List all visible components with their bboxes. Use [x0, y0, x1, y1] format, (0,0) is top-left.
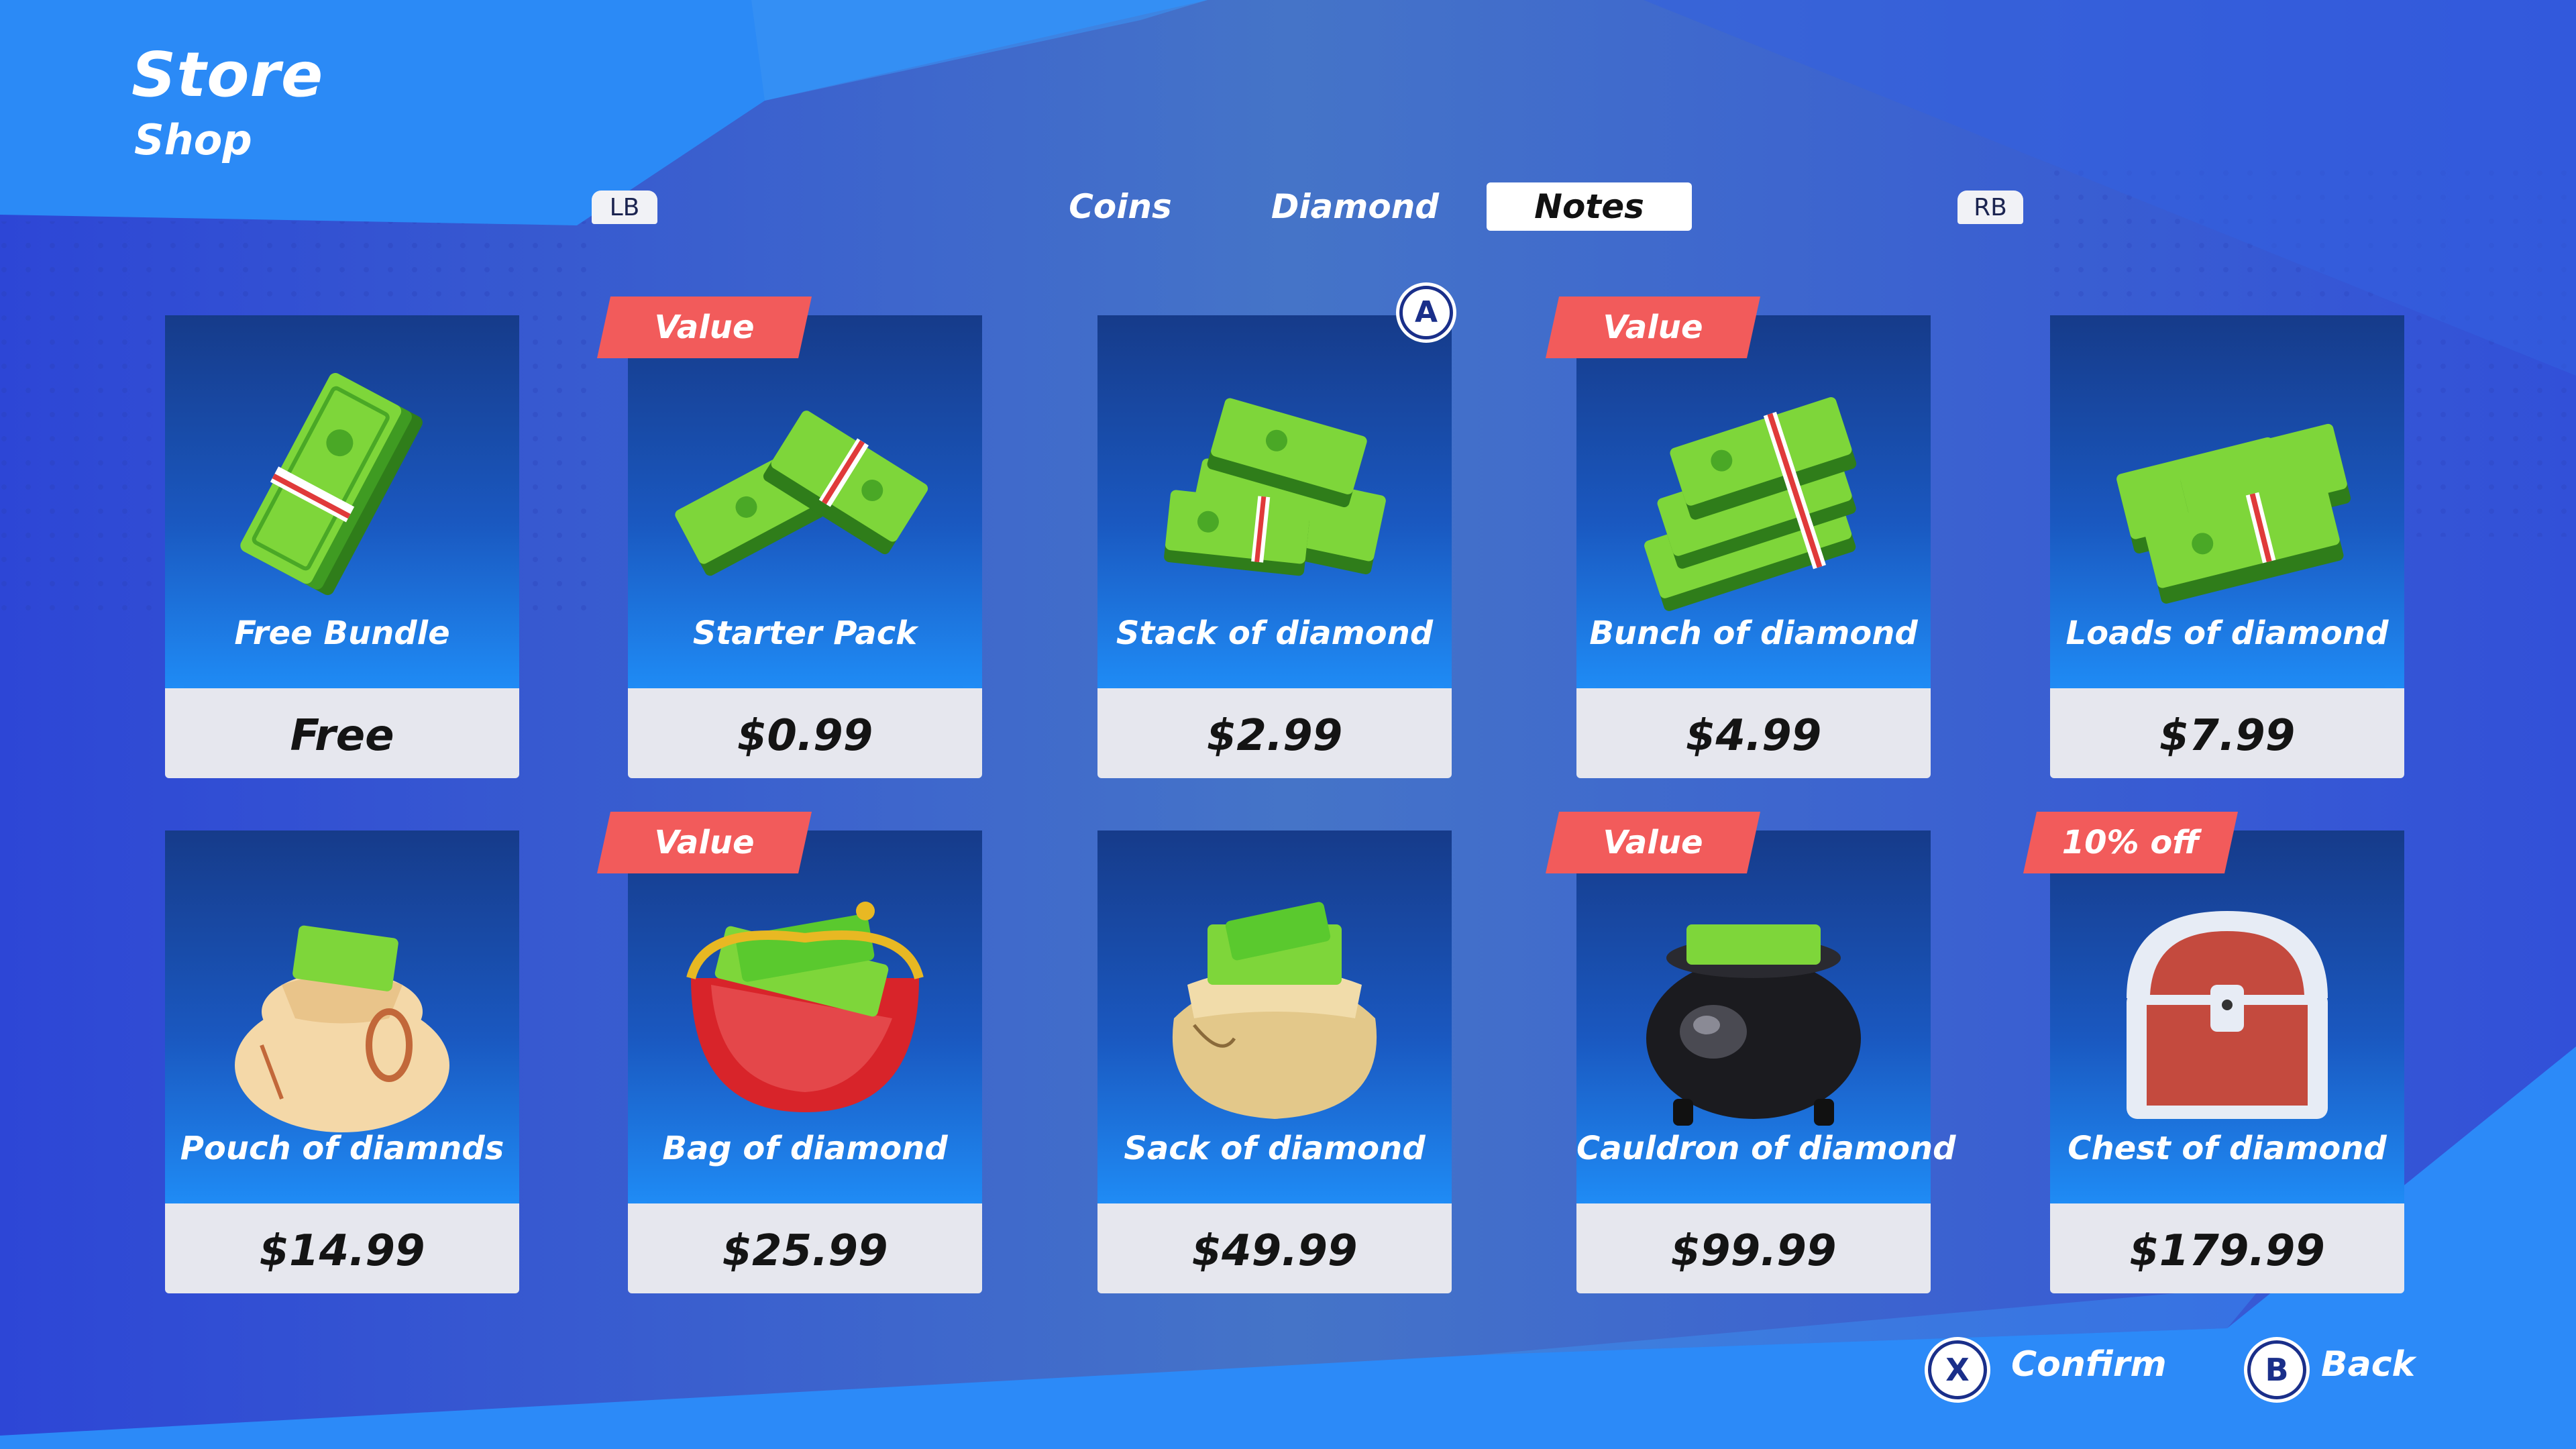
item-name: Bag of diamond — [662, 1130, 948, 1167]
discount-badge: 10% off — [2023, 812, 2238, 873]
money-sack-icon — [1172, 902, 1377, 1119]
tall-cash-stack-icon — [1644, 396, 1857, 611]
item-name: Free Bundle — [234, 614, 450, 652]
badge-label: 10% off — [2061, 824, 2200, 861]
two-cash-stacks-icon — [675, 411, 928, 576]
badge-label: Value — [654, 309, 755, 346]
tab-diamond[interactable]: Diamond — [1261, 182, 1449, 231]
a-button-icon: A — [1399, 286, 1453, 339]
item-price: $99.99 — [1670, 1226, 1837, 1276]
black-cauldron-icon — [1646, 924, 1861, 1126]
badge-label: Value — [654, 824, 755, 861]
store-item-starter-pack[interactable]: Starter Pack $0.99 — [628, 315, 982, 778]
money-pouch-icon — [235, 925, 449, 1132]
item-price: $179.99 — [2129, 1226, 2325, 1276]
item-price: $14.99 — [259, 1226, 425, 1276]
many-cash-stacks-icon — [2116, 423, 2351, 604]
item-price: $7.99 — [2159, 711, 2296, 761]
item-name: Pouch of diamnds — [180, 1130, 504, 1167]
back-label: Back — [2321, 1344, 2416, 1385]
store-item-chest-of-diamond[interactable]: Chest of diamond $179.99 — [2050, 830, 2404, 1293]
b-button-icon: B — [2247, 1340, 2306, 1399]
store-item-stack-of-diamond[interactable]: Stack of diamond $2.99 — [1097, 315, 1452, 778]
single-cash-stack-icon — [240, 373, 423, 596]
item-price: $25.99 — [722, 1226, 888, 1276]
item-name: Sack of diamond — [1124, 1130, 1426, 1167]
tab-coins[interactable]: Coins — [1046, 182, 1194, 231]
page-subtitle: Shop — [134, 115, 252, 164]
item-price: $2.99 — [1206, 711, 1343, 761]
lb-bumper-hint[interactable]: LB — [592, 191, 657, 224]
red-purse-icon — [686, 902, 924, 1112]
back-action[interactable]: B Back — [2243, 1336, 2445, 1401]
value-badge: Value — [597, 297, 812, 358]
store-item-pouch-of-diamnds[interactable]: Pouch of diamnds $14.99 — [165, 830, 519, 1293]
item-name: Stack of diamond — [1116, 614, 1434, 652]
store-item-bag-of-diamond[interactable]: Bag of diamond $25.99 — [628, 830, 982, 1293]
item-name: Cauldron of diamond — [1576, 1130, 1956, 1167]
item-name: Starter Pack — [692, 614, 918, 652]
store-item-sack-of-diamond[interactable]: Sack of diamond $49.99 — [1097, 830, 1452, 1293]
item-price: $49.99 — [1191, 1226, 1358, 1276]
value-badge: Value — [1546, 812, 1760, 873]
store-item-cauldron-of-diamond[interactable]: Cauldron of diamond $99.99 — [1576, 830, 1956, 1293]
store-item-loads-of-diamond[interactable]: Loads of diamond $7.99 — [2050, 315, 2404, 778]
badge-label: Value — [1603, 824, 1703, 861]
treasure-chest-icon — [2127, 911, 2328, 1119]
store-item-bunch-of-diamond[interactable]: Bunch of diamond $4.99 — [1576, 315, 1931, 778]
item-name: Loads of diamond — [2065, 614, 2389, 652]
confirm-action[interactable]: X Confirm — [1924, 1336, 2167, 1401]
badge-label: Value — [1603, 309, 1703, 346]
store-item-free-bundle[interactable]: Free Bundle Free — [165, 315, 519, 778]
item-name: Bunch of diamond — [1589, 614, 1918, 652]
a-button-hint: A — [1395, 282, 1457, 343]
value-badge: Value — [597, 812, 812, 873]
confirm-label: Confirm — [2011, 1344, 2167, 1385]
x-button-icon: X — [1928, 1340, 1987, 1399]
tab-notes[interactable]: Notes — [1487, 182, 1692, 231]
page-title: Store — [131, 39, 324, 111]
item-name: Chest of diamond — [2068, 1130, 2387, 1167]
item-price: $4.99 — [1685, 711, 1822, 761]
item-price: Free — [290, 711, 394, 761]
value-badge: Value — [1546, 297, 1760, 358]
cash-stack-pile-icon — [1164, 398, 1386, 576]
rb-bumper-hint[interactable]: RB — [1957, 191, 2023, 224]
item-price: $0.99 — [737, 711, 873, 761]
